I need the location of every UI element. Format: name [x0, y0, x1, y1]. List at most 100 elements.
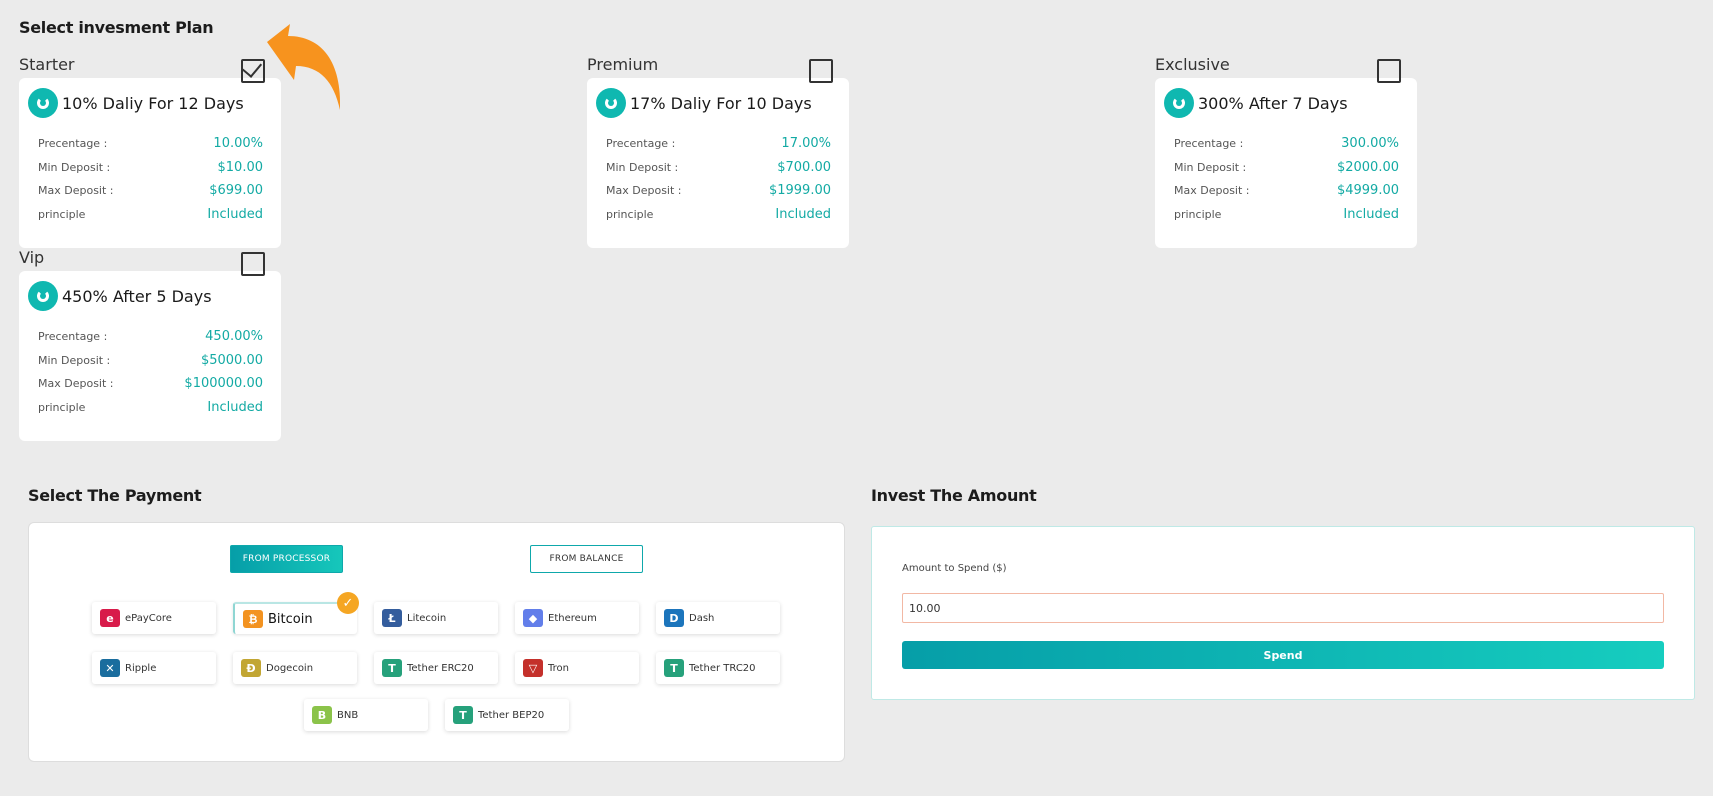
- payment-method-bnb[interactable]: B BNB: [304, 699, 428, 731]
- dash-icon: D: [664, 609, 684, 627]
- payment-panel: FROM PROCESSOR FROM BALANCE e ePayCore ₿…: [28, 522, 845, 762]
- plan-logo-icon: [28, 88, 58, 118]
- plan-row-label: Min Deposit :: [38, 160, 111, 174]
- plan-title: 300% After 7 Days: [1198, 93, 1348, 113]
- plan-row-value: $4999.00: [1336, 183, 1399, 199]
- epaycore-icon: e: [100, 609, 120, 627]
- plan-vip: Vip 450% After 5 Days Precentage :450.00…: [19, 247, 281, 441]
- plan-row-value: Included: [775, 206, 831, 222]
- plan-row-value: $10.00: [217, 159, 264, 175]
- tether-trc20-icon: T: [664, 659, 684, 677]
- payment-section-title: Select The Payment: [28, 486, 202, 505]
- dogecoin-icon: Ð: [241, 659, 261, 677]
- payment-method-dash[interactable]: D Dash: [656, 602, 780, 634]
- plan-row-label: Max Deposit :: [606, 184, 682, 198]
- ripple-icon: ✕: [100, 659, 120, 677]
- plan-row-label: principle: [1174, 207, 1222, 221]
- amount-label: Amount to Spend ($): [902, 563, 1007, 574]
- tron-icon: ▽: [523, 659, 543, 677]
- spend-button[interactable]: Spend: [902, 641, 1664, 669]
- plan-card[interactable]: 450% After 5 Days Precentage : 450.00% Mi…: [19, 271, 281, 441]
- payment-method-ripple[interactable]: ✕ Ripple: [92, 652, 216, 684]
- tether-erc20-icon: T: [382, 659, 402, 677]
- plan-premium: Premium 17% Daliy For 10 Days Precentage…: [587, 54, 849, 248]
- plan-exclusive: Exclusive 300% After 7 Days Precentage :…: [1155, 54, 1417, 248]
- plan-row-value: 17.00%: [781, 136, 831, 152]
- payment-method-label: ePayCore: [125, 612, 172, 624]
- plan-row-value: Included: [1343, 206, 1399, 222]
- payment-method-label: Tether BEP20: [478, 709, 545, 721]
- plan-row-label: principle: [38, 207, 86, 221]
- payment-method-label: Ethereum: [548, 612, 597, 624]
- bnb-icon: B: [312, 706, 332, 724]
- plan-row-label: Max Deposit :: [38, 184, 114, 198]
- payment-method-epaycore[interactable]: e ePayCore: [92, 602, 216, 634]
- plan-row-value: 300.00%: [1341, 136, 1399, 152]
- curved-arrow-icon: [267, 24, 341, 110]
- plan-row-value: 10.00%: [213, 136, 263, 152]
- from-processor-button[interactable]: FROM PROCESSOR: [230, 545, 343, 573]
- payment-method-bitcoin[interactable]: ₿ Bitcoin ✓: [233, 592, 359, 634]
- payment-method-litecoin[interactable]: Ł Litecoin: [374, 602, 498, 634]
- plan-row-label: Precentage :: [1174, 137, 1244, 151]
- from-balance-button[interactable]: FROM BALANCE: [530, 545, 643, 573]
- payment-method-dogecoin[interactable]: Ð Dogecoin: [233, 652, 357, 684]
- payment-method-label: Dash: [689, 612, 715, 624]
- check-icon: [241, 57, 263, 78]
- plan-starter: Starter 10% Daliy For 12 Days Precentage…: [19, 54, 281, 248]
- plan-row-value: $1999.00: [768, 183, 831, 199]
- plan-card[interactable]: 10% Daliy For 12 Days Precentage : 10.00%…: [19, 78, 281, 248]
- plan-row-label: Min Deposit :: [1174, 160, 1247, 174]
- plan-row-value: 450.00%: [205, 329, 263, 345]
- plan-row-label: Max Deposit :: [38, 377, 114, 391]
- plan-row-label: Precentage :: [38, 137, 108, 151]
- selected-check-icon: ✓: [337, 592, 359, 614]
- payment-method-label: Dogecoin: [266, 662, 314, 674]
- payment-method-label: Tron: [548, 662, 569, 674]
- plan-title: 10% Daliy For 12 Days: [62, 93, 244, 113]
- plan-row-value: $699.00: [209, 183, 263, 199]
- bitcoin-icon: ₿: [243, 610, 263, 628]
- plan-logo-icon: [28, 281, 58, 311]
- plan-row-label: Min Deposit :: [38, 353, 111, 367]
- plan-row-value: $700.00: [777, 159, 831, 175]
- payment-method-label: BNB: [337, 709, 359, 721]
- payment-method-tether-trc20[interactable]: T Tether TRC20: [656, 652, 780, 684]
- ethereum-icon: ◆: [523, 609, 543, 627]
- plan-exclusive-checkbox[interactable]: [1377, 59, 1401, 83]
- payment-method-ethereum[interactable]: ◆ Ethereum: [515, 602, 639, 634]
- payment-method-label: Tether ERC20: [407, 662, 474, 674]
- payment-method-label: Bitcoin: [268, 611, 313, 627]
- plan-row-label: principle: [606, 207, 654, 221]
- plan-vip-checkbox[interactable]: [241, 252, 265, 276]
- payment-method-tether-bep20[interactable]: T Tether BEP20: [445, 699, 569, 731]
- plan-row-label: principle: [38, 400, 86, 414]
- invest-section-title: Invest The Amount: [871, 486, 1037, 505]
- payment-method-tether-erc20[interactable]: T Tether ERC20: [374, 652, 498, 684]
- invest-panel: Amount to Spend ($) Spend: [871, 526, 1695, 700]
- plan-logo-icon: [596, 88, 626, 118]
- plan-row-label: Precentage :: [38, 330, 108, 344]
- plan-title: 450% After 5 Days: [62, 286, 212, 306]
- payment-method-label: Ripple: [125, 662, 157, 674]
- plan-row-value: $2000.00: [1336, 159, 1399, 175]
- payment-method-label: Tether TRC20: [689, 662, 756, 674]
- plan-premium-checkbox[interactable]: [809, 59, 833, 83]
- plan-row-value: Included: [207, 399, 263, 415]
- litecoin-icon: Ł: [382, 609, 402, 627]
- plan-logo-icon: [1164, 88, 1194, 118]
- plan-card[interactable]: 17% Daliy For 10 Days Precentage : 17.00%…: [587, 78, 849, 248]
- plan-row-label: Max Deposit :: [1174, 184, 1250, 198]
- amount-input[interactable]: [902, 593, 1664, 623]
- plan-row-value: $100000.00: [184, 376, 263, 392]
- plan-row-value: $5000.00: [200, 352, 263, 368]
- payment-method-tron[interactable]: ▽ Tron: [515, 652, 639, 684]
- plan-title: 17% Daliy For 10 Days: [630, 93, 812, 113]
- payment-method-label: Litecoin: [407, 612, 447, 624]
- plan-row-label: Min Deposit :: [606, 160, 679, 174]
- plan-row-value: Included: [207, 206, 263, 222]
- plans-section-title: Select invesment Plan: [19, 18, 214, 37]
- tether-bep20-icon: T: [453, 706, 473, 724]
- plan-row-label: Precentage :: [606, 137, 676, 151]
- plan-card[interactable]: 300% After 7 Days Precentage : 300.00% Mi…: [1155, 78, 1417, 248]
